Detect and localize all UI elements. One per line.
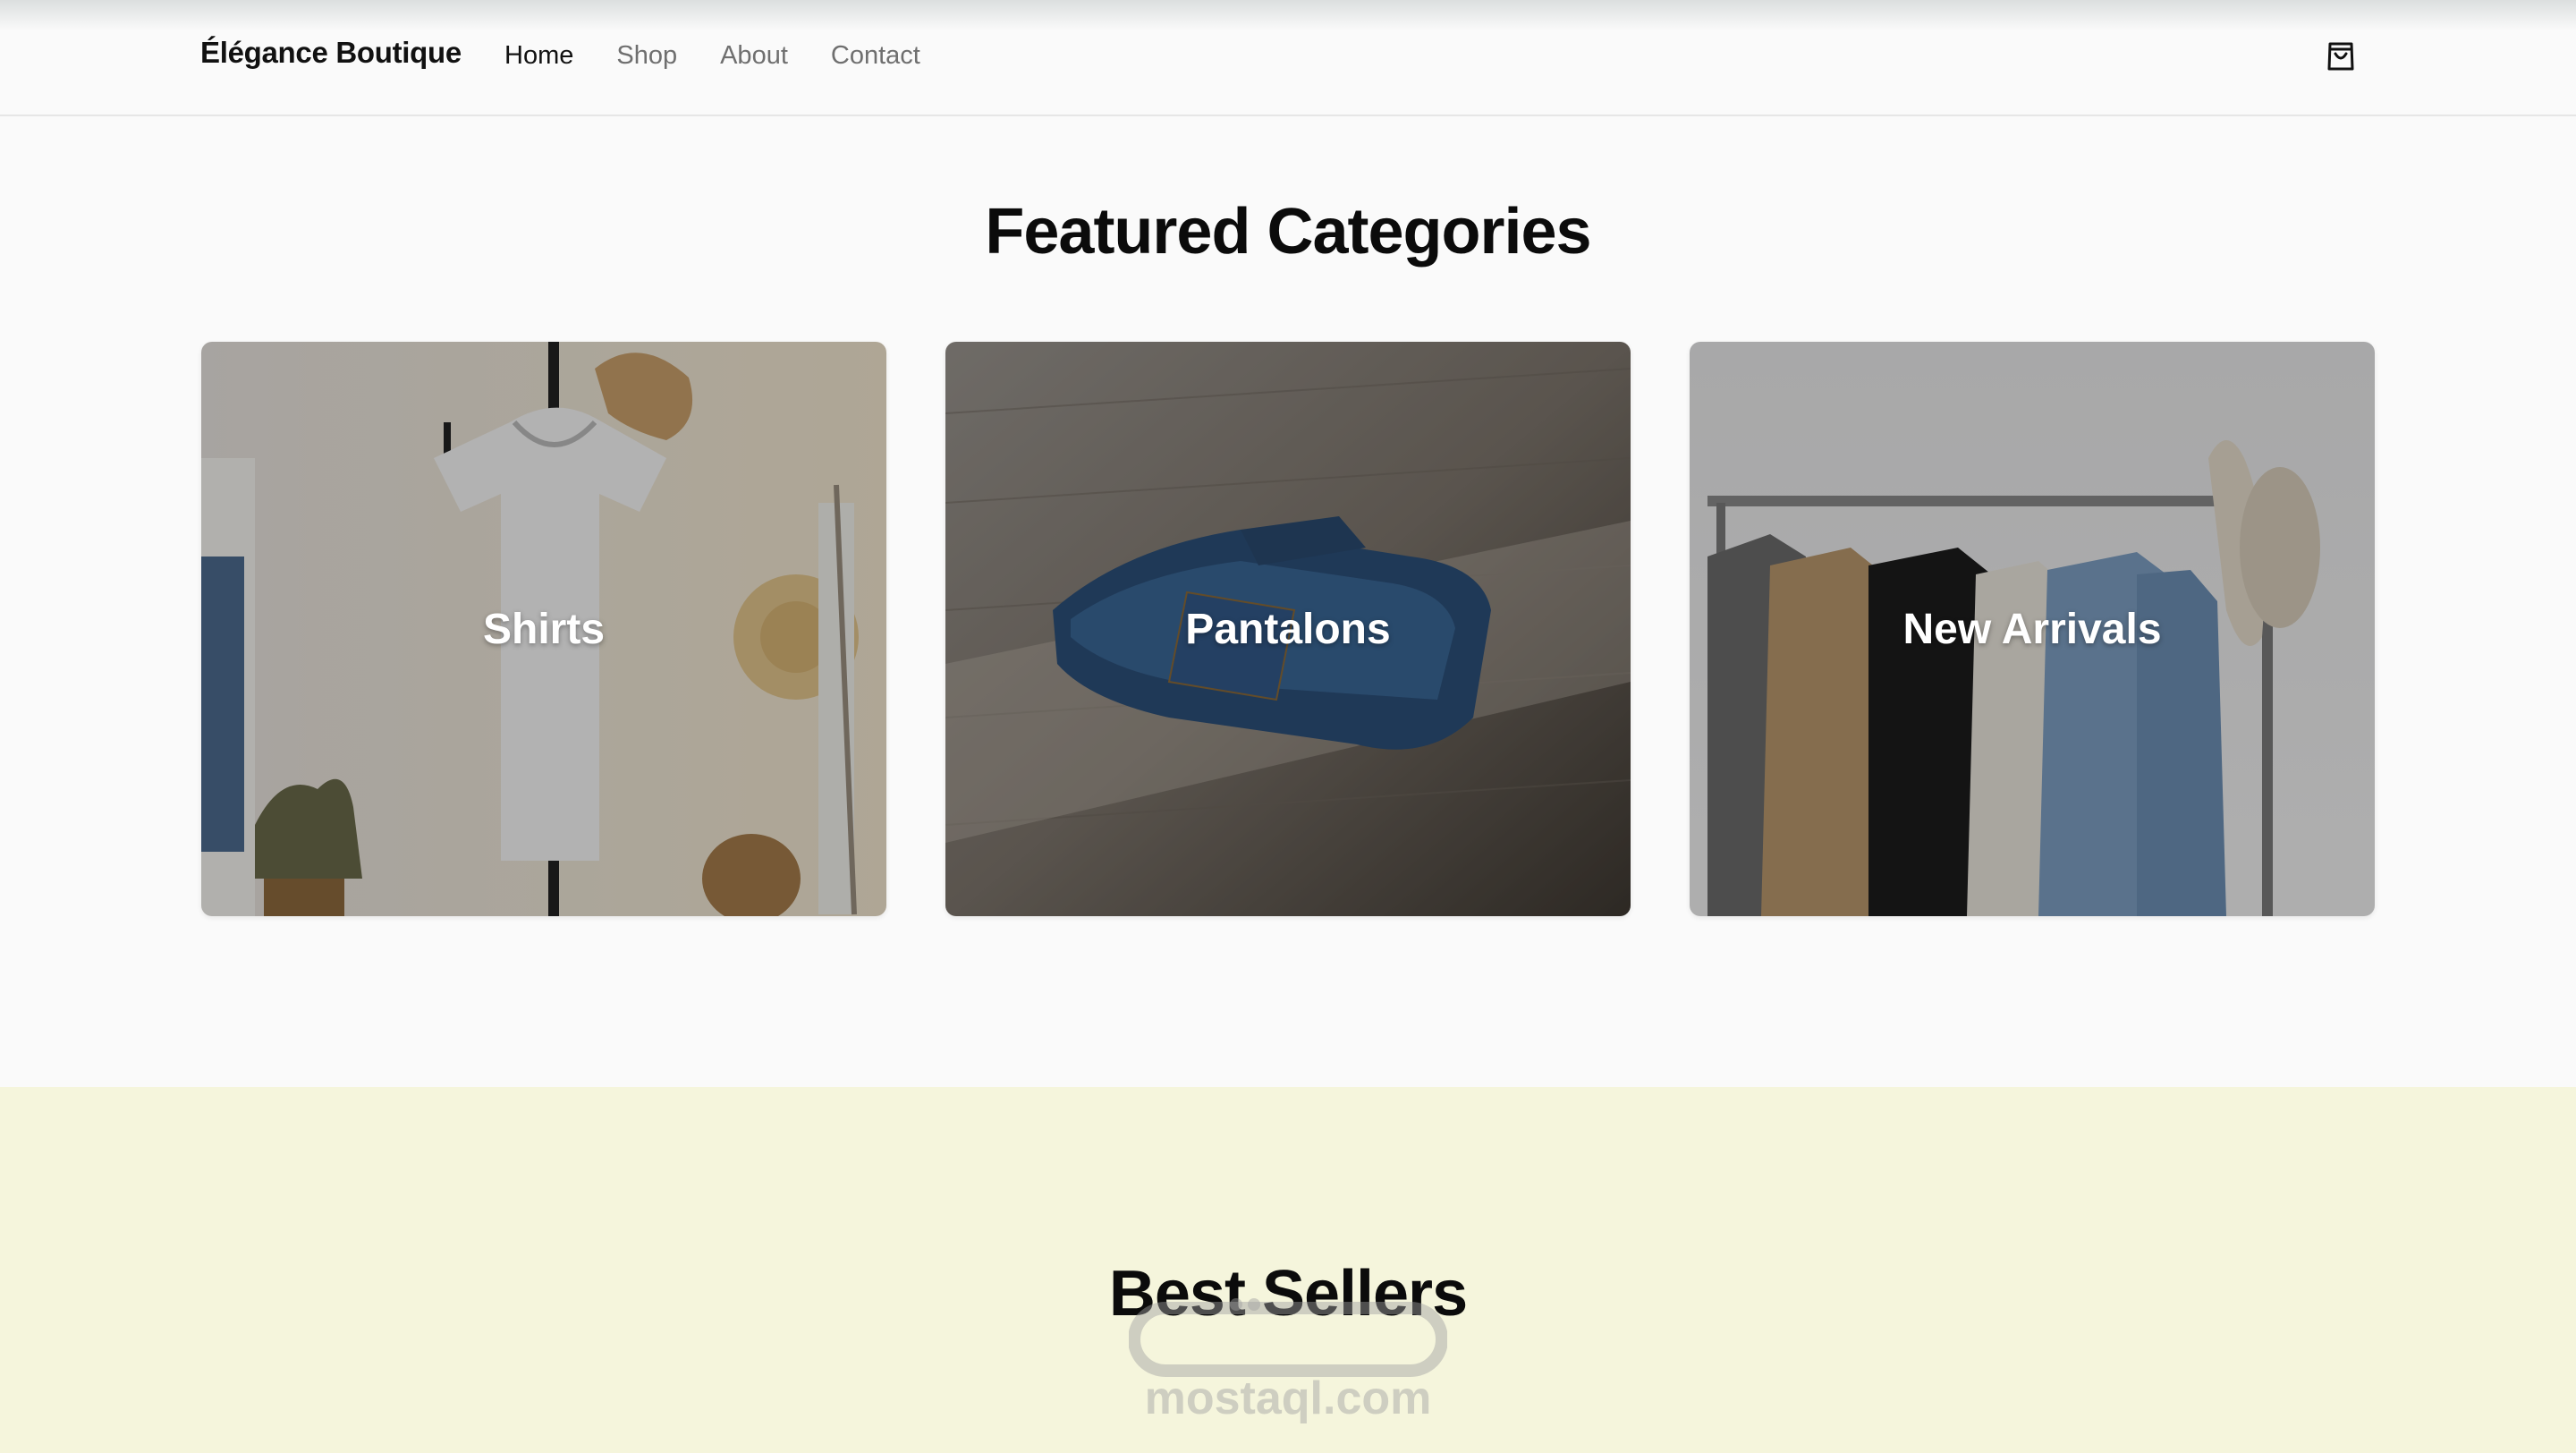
category-label-new-arrivals: New Arrivals	[1902, 605, 2162, 653]
category-card-pantalons[interactable]: Pantalons	[945, 342, 1631, 916]
watermark-logo-icon	[1128, 1298, 1448, 1377]
watermark-text: mostaql.com	[1144, 1372, 1432, 1424]
brand-logo[interactable]: Élégance Boutique	[200, 36, 462, 70]
nav-link-shop[interactable]: Shop	[616, 41, 677, 71]
nav-links: Home Shop About Contact	[504, 41, 963, 71]
category-label-shirts: Shirts	[482, 605, 606, 653]
nav-link-contact[interactable]: Contact	[831, 41, 920, 71]
category-card-shirts[interactable]: Shirts	[201, 342, 886, 916]
nav-link-about[interactable]: About	[720, 41, 788, 71]
category-card-new-arrivals[interactable]: New Arrivals	[1690, 342, 2375, 916]
nav-link-home[interactable]: Home	[504, 41, 573, 71]
navbar: Élégance Boutique Home Shop About Contac…	[0, 0, 2576, 116]
category-label-pantalons: Pantalons	[1185, 605, 1391, 653]
watermark: mostaql.com	[1128, 1281, 1448, 1425]
shopping-bag-icon[interactable]	[2326, 40, 2356, 72]
featured-categories-title: Featured Categories	[985, 196, 1591, 268]
